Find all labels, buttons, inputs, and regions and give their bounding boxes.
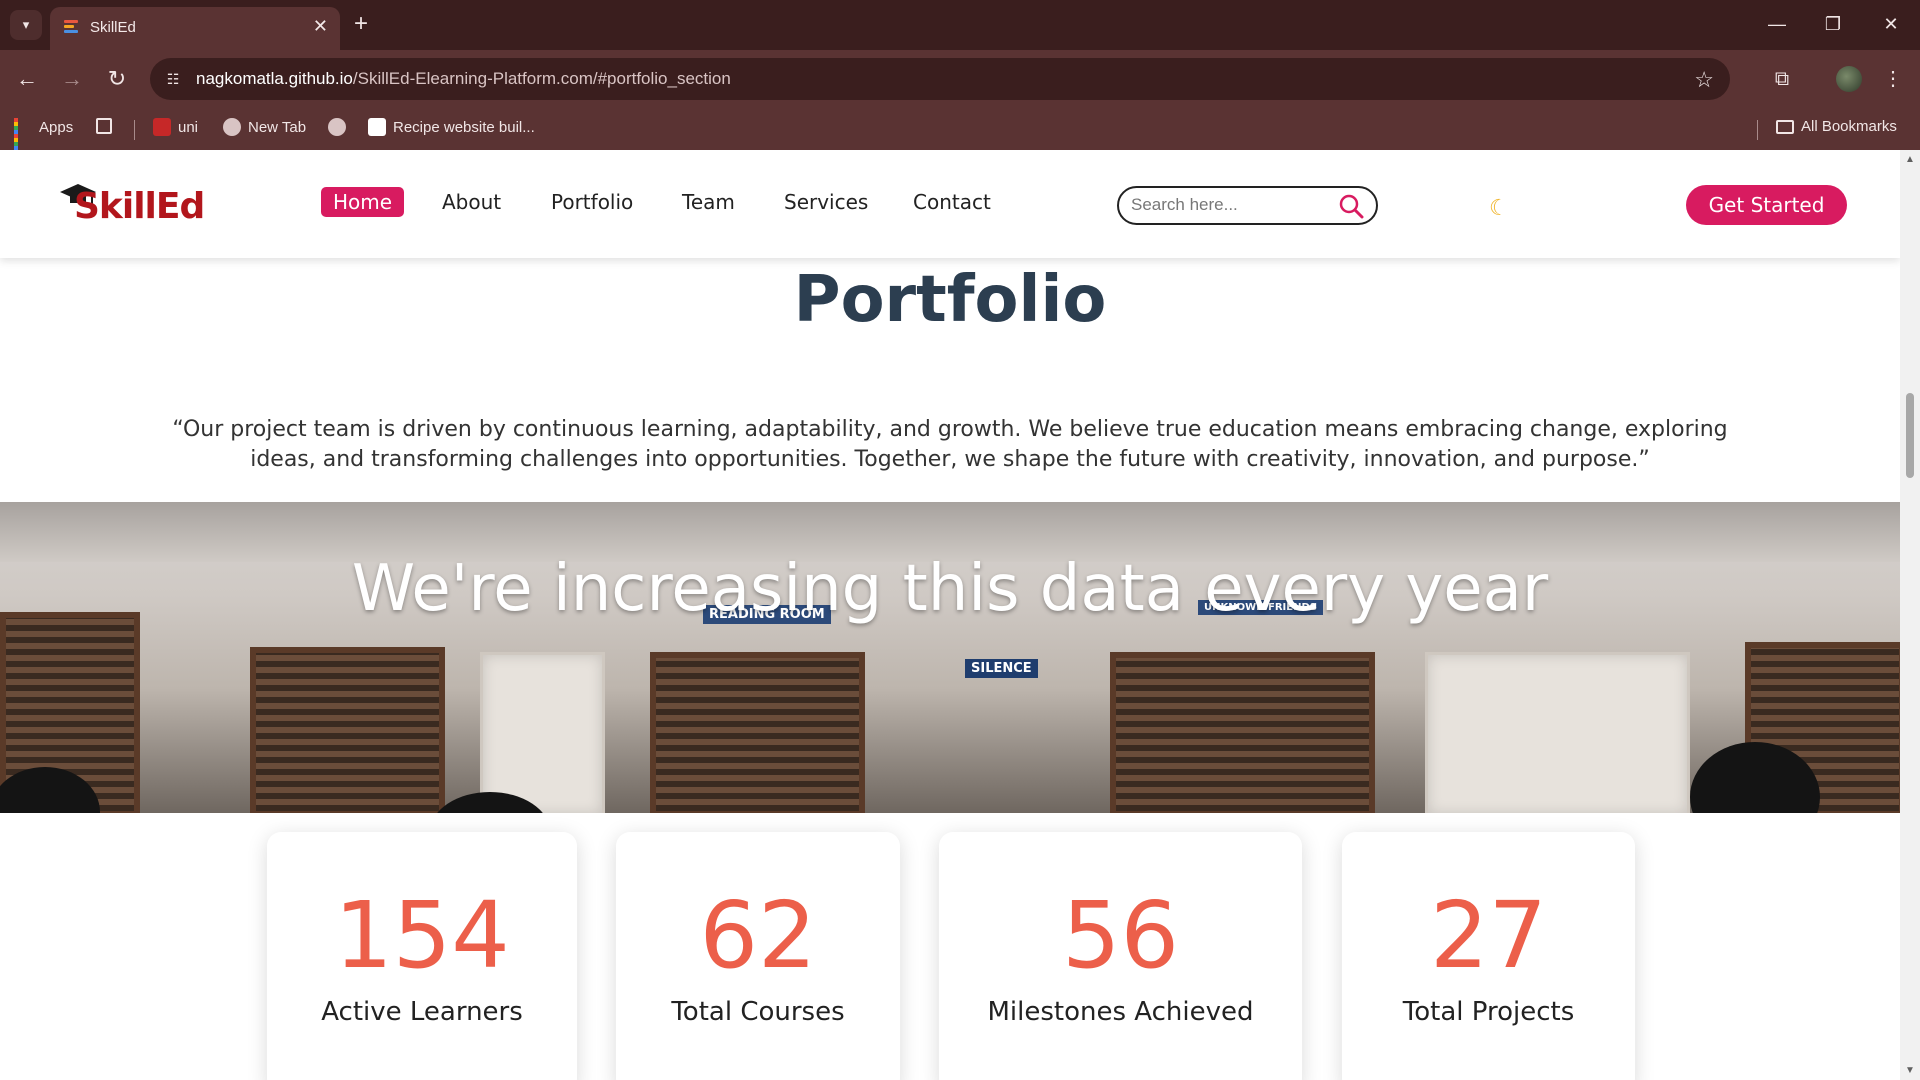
nav-portfolio[interactable]: Portfolio xyxy=(551,190,633,214)
tab-search-button[interactable]: ▾ xyxy=(10,10,42,40)
url-host: nagkomatla.github.io xyxy=(196,69,353,88)
globe-icon xyxy=(328,118,346,136)
nav-services[interactable]: Services xyxy=(784,190,868,214)
banner-sign: SILENCE xyxy=(965,659,1038,678)
scroll-down-arrow-icon[interactable]: ▼ xyxy=(1905,1065,1915,1076)
stat-label: Milestones Achieved xyxy=(987,997,1254,1027)
new-tab-button[interactable]: + xyxy=(354,10,368,38)
search-box xyxy=(1117,186,1378,225)
site-info-icon[interactable]: ☷ xyxy=(162,68,184,90)
bookmark-new-tab[interactable]: New Tab xyxy=(223,118,306,136)
banner-shelf xyxy=(1425,652,1690,813)
stat-card: 27 Total Projects xyxy=(1342,832,1635,1080)
window-close-icon[interactable]: ✕ xyxy=(1871,10,1911,38)
bookmark-label: New Tab xyxy=(248,118,307,136)
apps-grid-icon xyxy=(14,118,32,154)
stat-card: 62 Total Courses xyxy=(616,832,900,1080)
dark-mode-toggle-moon-icon[interactable]: ☾ xyxy=(1489,195,1509,221)
bookmark-separator xyxy=(1757,120,1758,140)
nav-about[interactable]: About xyxy=(442,190,501,214)
minimize-icon[interactable]: — xyxy=(1757,10,1797,38)
logo-text: SkillEd xyxy=(74,186,205,227)
tab-close-icon[interactable]: ✕ xyxy=(313,16,328,37)
stat-value: 62 xyxy=(699,882,817,989)
banner-heading: We're increasing this data every year xyxy=(351,552,1549,626)
logo-text-skill: Skill xyxy=(74,186,157,227)
scroll-up-arrow-icon[interactable]: ▲ xyxy=(1905,154,1915,165)
stat-value: 27 xyxy=(1429,882,1548,989)
logo-text-ed: Ed xyxy=(155,186,205,227)
all-bookmarks-label: All Bookmarks xyxy=(1801,118,1897,135)
get-started-button[interactable]: Get Started xyxy=(1686,185,1847,225)
profile-avatar[interactable] xyxy=(1836,66,1862,92)
stat-label: Total Courses xyxy=(671,997,845,1027)
banner-shelf xyxy=(480,652,605,813)
bookmark-star-icon[interactable]: ☆ xyxy=(1694,67,1714,93)
uni-favicon-icon xyxy=(153,118,171,136)
bookmark-label: Recipe website buil... xyxy=(393,118,535,136)
banner-window xyxy=(250,647,445,813)
site-header: SkillEd Home About Portfolio Team Servic… xyxy=(0,150,1900,258)
forward-arrow-icon[interactable]: → xyxy=(57,64,87,94)
banner-window xyxy=(650,652,865,813)
bookmark-uni[interactable]: uni xyxy=(153,118,198,136)
nav-home[interactable]: Home xyxy=(321,187,405,217)
site-logo[interactable]: SkillEd xyxy=(58,180,208,230)
page-scrollbar[interactable]: ▲ ▼ xyxy=(1900,150,1920,1080)
scroll-thumb[interactable] xyxy=(1906,393,1914,478)
bookmark-label: uni xyxy=(178,118,199,136)
portfolio-banner: READING ROOM SILENCE UNKNOWN FRIENDS We'… xyxy=(0,502,1900,813)
tab-groups-icon[interactable] xyxy=(96,118,112,134)
back-arrow-icon[interactable]: ← xyxy=(12,64,42,94)
browser-tab-bar: ▾ SkillEd ✕ + — ❐ ✕ xyxy=(0,0,1920,50)
stat-label: Active Learners xyxy=(321,997,523,1027)
search-icon[interactable] xyxy=(1338,193,1364,219)
stat-label: Total Projects xyxy=(1402,997,1575,1027)
bookmark-label: Apps xyxy=(39,118,74,136)
stat-card: 56 Milestones Achieved xyxy=(939,832,1302,1080)
url-path: /SkillEd-Elearning-Platform.com/#portfol… xyxy=(352,69,731,88)
address-bar[interactable]: ☷ nagkomatla.github.io/SkillEd-Elearning… xyxy=(150,58,1730,100)
stat-card: 154 Active Learners xyxy=(267,832,577,1080)
tab-favicon-icon xyxy=(64,20,80,36)
banner-window xyxy=(1110,652,1375,813)
all-bookmarks[interactable]: All Bookmarks xyxy=(1776,118,1897,135)
page-viewport: SkillEd Home About Portfolio Team Servic… xyxy=(0,150,1900,1080)
folder-icon xyxy=(1776,119,1794,134)
search-input[interactable] xyxy=(1131,195,1331,215)
globe-icon xyxy=(223,118,241,136)
bookmark-globe[interactable] xyxy=(328,118,346,136)
browser-toolbar: ← → ↻ ☷ nagkomatla.github.io/SkillEd-Ele… xyxy=(0,50,1920,108)
tab-title: SkillEd xyxy=(90,19,136,36)
nav-contact[interactable]: Contact xyxy=(913,190,991,214)
stat-value: 154 xyxy=(334,882,510,989)
stat-value: 56 xyxy=(1061,882,1180,989)
browser-menu-icon[interactable]: ⋮ xyxy=(1878,64,1908,94)
portfolio-quote: “Our project team is driven by continuou… xyxy=(172,417,1728,472)
bookmarks-bar: Apps uni New Tab Recipe website buil... … xyxy=(0,108,1920,154)
reload-icon[interactable]: ↻ xyxy=(102,64,132,94)
nav-team[interactable]: Team xyxy=(682,190,735,214)
restore-icon[interactable]: ❐ xyxy=(1813,10,1853,38)
bookmark-apps[interactable]: Apps xyxy=(14,118,74,154)
browser-tab[interactable]: SkillEd ✕ xyxy=(50,7,340,50)
portfolio-title: Portfolio xyxy=(793,263,1107,337)
extensions-icon[interactable]: ⧉ xyxy=(1767,64,1797,94)
url-text[interactable]: nagkomatla.github.io/SkillEd-Elearning-P… xyxy=(196,69,731,89)
bookmark-recipe-website[interactable]: Recipe website buil... xyxy=(368,118,535,136)
bookmark-separator xyxy=(134,120,135,140)
v0-favicon-icon xyxy=(368,118,386,136)
